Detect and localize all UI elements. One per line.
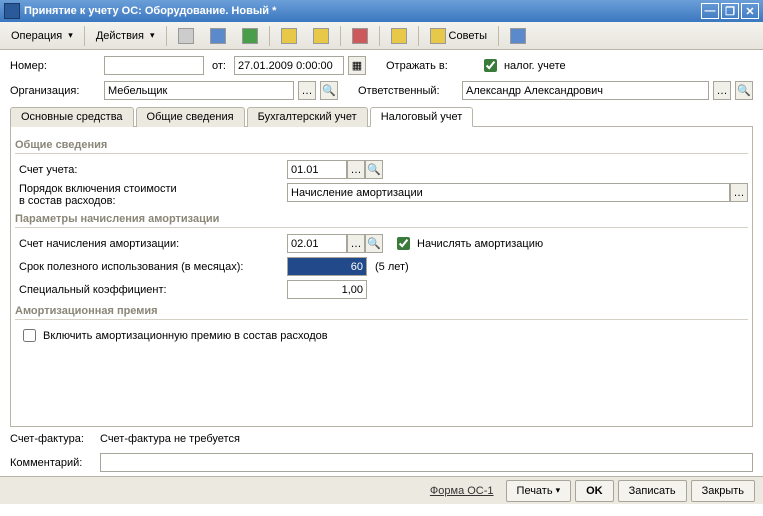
invoice-label: Счет-фактура: <box>10 433 100 445</box>
cost-order-select-button[interactable]: … <box>730 183 748 202</box>
tax-account-checkbox[interactable]: налог. учете <box>480 56 566 75</box>
comment-input[interactable] <box>100 453 753 472</box>
useful-life-input[interactable] <box>287 257 367 276</box>
advice-button[interactable]: Советы <box>423 25 494 47</box>
dtct-icon <box>352 28 368 44</box>
tax-check-label: налог. учете <box>504 60 566 72</box>
date-input[interactable] <box>234 56 344 75</box>
dtct-button[interactable] <box>345 25 375 47</box>
linked-button[interactable] <box>306 25 336 47</box>
help-button[interactable] <box>503 25 533 47</box>
account-search-button[interactable]: 🔍 <box>365 160 383 179</box>
form-link[interactable]: Форма ОС-1 <box>430 485 494 497</box>
number-input[interactable] <box>104 56 204 75</box>
refresh-icon <box>210 28 226 44</box>
include-bonus-checkbox[interactable]: Включить амортизационную премию в состав… <box>19 326 328 345</box>
tax-check-input[interactable] <box>484 59 497 72</box>
amort-account-search-button[interactable]: 🔍 <box>365 234 383 253</box>
org-input[interactable] <box>104 81 294 100</box>
section-general: Общие сведения <box>15 137 748 154</box>
invoice-value: Счет-фактура не требуется <box>100 433 240 445</box>
cost-order-input[interactable] <box>287 183 730 202</box>
include-bonus-check-label: Включить амортизационную премию в состав… <box>43 330 328 342</box>
separator <box>166 26 167 46</box>
structure-button[interactable] <box>274 25 304 47</box>
useful-life-hint: (5 лет) <box>375 261 409 273</box>
tab-panel: Общие сведения Счет учета: … 🔍 Порядок в… <box>10 127 753 427</box>
help-icon <box>510 28 526 44</box>
close-button[interactable]: ✕ <box>741 3 759 19</box>
do-amort-check-input[interactable] <box>397 237 410 250</box>
status-bar: Форма ОС-1 Печать OK Записать Закрыть <box>0 476 763 504</box>
title-bar: Принятие к учету ОС: Оборудование. Новый… <box>0 0 763 22</box>
lens-icon: 🔍 <box>367 163 381 176</box>
link-icon <box>313 28 329 44</box>
cost-order-label: Порядок включения стоимости в состав рас… <box>19 183 287 207</box>
go-button[interactable] <box>235 25 265 47</box>
number-label: Номер: <box>10 60 100 72</box>
bulb-icon <box>430 28 446 44</box>
amort-account-select-button[interactable]: … <box>347 234 365 253</box>
close-form-button[interactable]: Закрыть <box>691 480 755 502</box>
section-bonus: Амортизационная премия <box>15 303 748 320</box>
tabs: Основные средства Общие сведения Бухгалт… <box>10 106 753 127</box>
refresh-button[interactable] <box>203 25 233 47</box>
separator <box>340 26 341 46</box>
coef-label: Специальный коэффициент: <box>19 284 287 296</box>
section-amort: Параметры начисления амортизации <box>15 211 748 228</box>
arrow-right-icon <box>242 28 258 44</box>
minimize-button[interactable]: — <box>701 3 719 19</box>
account-label: Счет учета: <box>19 164 287 176</box>
comment-label: Комментарий: <box>10 457 100 469</box>
account-select-button[interactable]: … <box>347 160 365 179</box>
maximize-button[interactable]: ❐ <box>721 3 739 19</box>
separator <box>418 26 419 46</box>
arrow-left-icon <box>178 28 194 44</box>
actions-menu[interactable]: Действия <box>89 25 162 47</box>
lens-icon: 🔍 <box>367 237 381 250</box>
report-button[interactable] <box>384 25 414 47</box>
nav-back-button[interactable] <box>171 25 201 47</box>
reflect-label: Отражать в: <box>386 60 476 72</box>
toolbar: Операция Действия Советы <box>0 22 763 50</box>
tab-general-info[interactable]: Общие сведения <box>136 107 245 127</box>
tab-fixed-assets[interactable]: Основные средства <box>10 107 134 127</box>
separator <box>269 26 270 46</box>
operation-menu[interactable]: Операция <box>4 25 80 47</box>
separator <box>498 26 499 46</box>
resp-label: Ответственный: <box>358 85 458 97</box>
calendar-icon: ▦ <box>352 59 362 72</box>
do-amort-checkbox[interactable]: Начислять амортизацию <box>393 234 543 253</box>
include-bonus-check-input[interactable] <box>23 329 36 342</box>
report-icon <box>391 28 407 44</box>
coef-input[interactable] <box>287 280 367 299</box>
do-amort-check-label: Начислять амортизацию <box>417 238 543 250</box>
org-select-button[interactable]: … <box>298 81 316 100</box>
from-label: от: <box>212 60 226 72</box>
account-input[interactable] <box>287 160 347 179</box>
structure-icon <box>281 28 297 44</box>
separator <box>379 26 380 46</box>
ok-button[interactable]: OK <box>575 480 614 502</box>
resp-select-button[interactable]: … <box>713 81 731 100</box>
print-button[interactable]: Печать <box>506 480 572 502</box>
tab-tax-accounting[interactable]: Налоговый учет <box>370 107 474 127</box>
calendar-button[interactable]: ▦ <box>348 56 366 75</box>
resp-search-button[interactable]: 🔍 <box>735 81 753 100</box>
separator <box>84 26 85 46</box>
lens-icon: 🔍 <box>322 84 336 97</box>
app-icon <box>4 3 20 19</box>
amort-account-input[interactable] <box>287 234 347 253</box>
window-title: Принятие к учету ОС: Оборудование. Новый… <box>24 5 701 17</box>
tab-accounting[interactable]: Бухгалтерский учет <box>247 107 368 127</box>
lens-icon: 🔍 <box>737 84 751 97</box>
org-search-button[interactable]: 🔍 <box>320 81 338 100</box>
save-button[interactable]: Записать <box>618 480 687 502</box>
org-label: Организация: <box>10 85 100 97</box>
amort-account-label: Счет начисления амортизации: <box>19 238 287 250</box>
useful-life-label: Срок полезного использования (в месяцах)… <box>19 261 287 273</box>
resp-input[interactable] <box>462 81 709 100</box>
